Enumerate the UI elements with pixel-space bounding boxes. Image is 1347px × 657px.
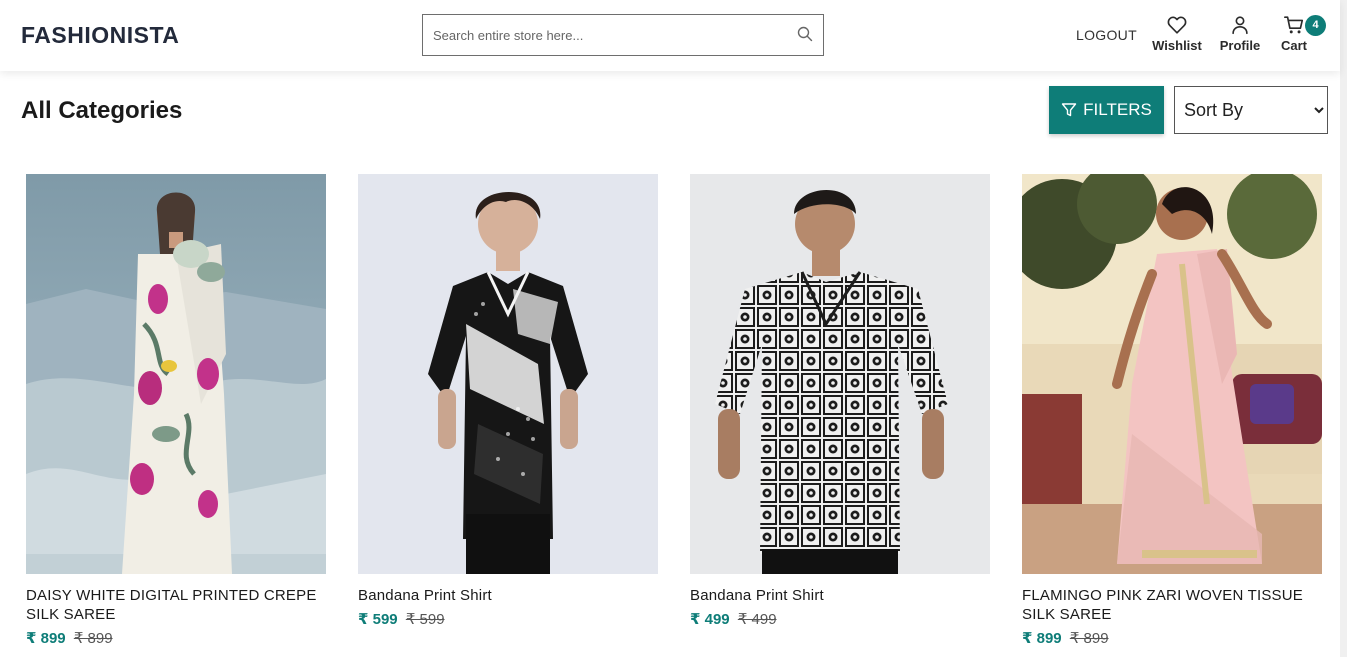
sort-select[interactable]: Sort By [1174,86,1328,134]
search-input[interactable] [423,15,783,55]
brand-logo[interactable]: FASHIONISTA [21,22,179,49]
product-card[interactable]: Bandana Print Shirt ₹ 599 ₹ 599 [358,174,658,629]
product-name[interactable]: FLAMINGO PINK ZARI WOVEN TISSUE SILK SAR… [1022,586,1322,624]
price-current: ₹ 599 [358,611,398,628]
wishlist-label: Wishlist [1152,38,1202,53]
filters-label: FILTERS [1083,100,1152,119]
search-icon[interactable] [797,26,813,42]
profile-link[interactable]: Profile [1218,14,1262,53]
page: FASHIONISTA LOGOUT Wishlist Profile [0,0,1347,657]
product-image[interactable] [1022,174,1322,574]
product-price: ₹ 899 ₹ 899 [1022,629,1322,648]
funnel-icon [1061,103,1077,117]
product-image[interactable] [26,174,326,574]
price-original: ₹ 499 [737,611,777,628]
price-current: ₹ 499 [690,611,730,628]
product-name[interactable]: Bandana Print Shirt [690,586,990,605]
heart-icon [1167,16,1187,34]
product-price: ₹ 599 ₹ 599 [358,610,658,629]
product-image[interactable] [358,174,658,574]
price-current: ₹ 899 [1022,630,1062,647]
wishlist-link[interactable]: Wishlist [1151,14,1203,53]
product-card[interactable]: DAISY WHITE DIGITAL PRINTED CREPE SILK S… [26,174,326,648]
price-current: ₹ 899 [26,630,66,647]
product-price: ₹ 899 ₹ 899 [26,629,326,648]
filters-button[interactable]: FILTERS [1049,86,1164,134]
page-scrollbar[interactable] [1340,0,1347,657]
product-image[interactable] [690,174,990,574]
price-original: ₹ 899 [1069,630,1109,647]
user-icon [1232,16,1248,35]
cart-label: Cart [1280,38,1307,53]
site-header: FASHIONISTA LOGOUT Wishlist Profile [0,0,1340,71]
profile-label: Profile [1219,38,1261,53]
cart-count-badge: 4 [1305,15,1326,36]
price-original: ₹ 599 [405,611,445,628]
product-price: ₹ 499 ₹ 499 [690,610,990,629]
product-name[interactable]: Bandana Print Shirt [358,586,658,605]
cart-icon [1284,16,1304,34]
price-original: ₹ 899 [73,630,113,647]
product-name[interactable]: DAISY WHITE DIGITAL PRINTED CREPE SILK S… [26,586,326,624]
logout-link[interactable]: LOGOUT [1076,27,1137,43]
search-box [422,14,824,56]
page-title: All Categories [21,97,183,124]
product-card[interactable]: Bandana Print Shirt ₹ 499 ₹ 499 [690,174,990,629]
product-card[interactable]: FLAMINGO PINK ZARI WOVEN TISSUE SILK SAR… [1022,174,1322,648]
